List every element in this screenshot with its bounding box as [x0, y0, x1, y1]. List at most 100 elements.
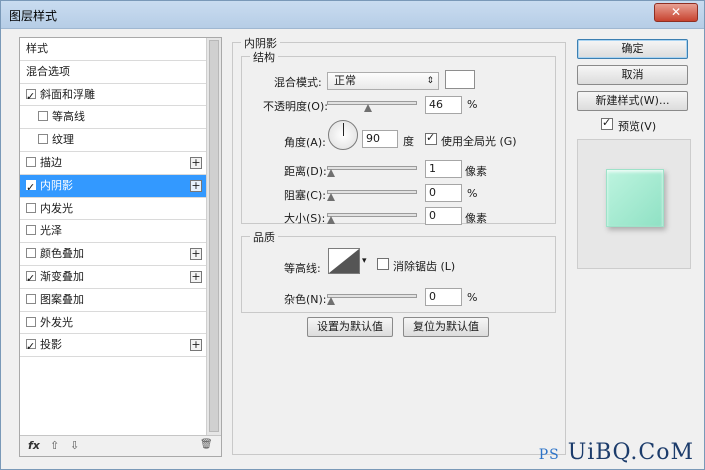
preview-thumbnail: [577, 139, 691, 269]
opacity-label: 不透明度(O):: [263, 100, 328, 113]
opacity-slider-knob[interactable]: [364, 104, 373, 112]
style-checkbox[interactable]: [26, 86, 36, 108]
contour-picker[interactable]: [328, 248, 360, 274]
style-item-label: 混合选项: [26, 64, 70, 78]
inner-shadow-panel: 内阴影 结构 混合模式: 正常 ⇕ 不透明度(O): 46 % 角度(A): 9…: [232, 35, 566, 455]
opacity-input[interactable]: 46: [425, 96, 462, 114]
layer-style-dialog: 图层样式 ✕ 样式混合选项斜面和浮雕等高线纹理描边 + 内阴影 + 内发光光泽颜色叠加 +…: [0, 0, 705, 470]
watermark-site: UiBQ.CoM: [567, 440, 694, 465]
style-list-item[interactable]: 混合选项: [20, 61, 206, 84]
style-checkbox[interactable]: [26, 248, 36, 259]
size-slider-knob[interactable]: [327, 216, 335, 224]
style-list-item[interactable]: 外发光: [20, 312, 206, 335]
add-effect-icon[interactable]: +: [190, 248, 202, 261]
add-effect-icon[interactable]: +: [190, 179, 202, 192]
global-light-checkbox[interactable]: [425, 131, 437, 145]
style-list-item[interactable]: 纹理: [20, 129, 206, 152]
style-list-item[interactable]: 颜色叠加 +: [20, 243, 206, 266]
style-list-item[interactable]: 样式: [20, 38, 206, 61]
style-list-item[interactable]: 渐变叠加 +: [20, 266, 206, 290]
style-checkbox[interactable]: [26, 336, 36, 358]
noise-label: 杂色(N):: [284, 293, 327, 306]
angle-label: 角度(A):: [284, 136, 326, 149]
style-item-label: 描边: [40, 155, 62, 169]
contour-label: 等高线:: [284, 262, 321, 275]
preview-tile: [606, 169, 664, 227]
style-checkbox[interactable]: [26, 316, 36, 327]
distance-label: 距离(D):: [284, 165, 327, 178]
noise-slider[interactable]: [327, 290, 417, 305]
fx-icon[interactable]: fx: [28, 439, 40, 452]
style-list-scrollbar[interactable]: [206, 38, 221, 436]
opacity-slider[interactable]: [327, 97, 417, 112]
style-checkbox[interactable]: [26, 225, 36, 236]
style-checkbox[interactable]: [26, 202, 36, 213]
distance-slider-track: [327, 166, 417, 170]
add-effect-icon[interactable]: +: [190, 270, 202, 283]
size-unit: 像素: [465, 212, 487, 225]
quality-group: 品质 等高线: ▾ 消除锯齿 (L) 杂色(N): 0 %: [241, 229, 556, 313]
noise-input[interactable]: 0: [425, 288, 462, 306]
contour-curve-icon: [329, 249, 359, 273]
style-item-label: 渐变叠加: [40, 269, 84, 283]
noise-slider-knob[interactable]: [327, 297, 335, 305]
style-list-item[interactable]: 等高线: [20, 106, 206, 130]
scrollbar-thumb[interactable]: [209, 40, 219, 432]
style-item-label: 内阴影: [40, 178, 73, 192]
style-checkbox[interactable]: [26, 156, 36, 167]
style-list-item[interactable]: 图案叠加: [20, 289, 206, 312]
close-button[interactable]: ✕: [654, 3, 698, 22]
anti-alias-checkbox[interactable]: [377, 258, 389, 270]
size-slider[interactable]: [327, 209, 417, 224]
add-effect-icon[interactable]: +: [190, 339, 202, 352]
noise-unit: %: [467, 291, 478, 304]
style-list-item[interactable]: 斜面和浮雕: [20, 84, 206, 108]
watermark-ps: PS: [538, 447, 560, 463]
make-default-button[interactable]: 设置为默认值: [307, 317, 393, 337]
preview-checkbox[interactable]: [601, 116, 613, 130]
choke-input[interactable]: 0: [425, 184, 462, 202]
ok-button[interactable]: 确定: [577, 39, 688, 59]
updown-arrow-icon: ⇕: [426, 76, 434, 86]
style-checkbox[interactable]: [26, 293, 36, 304]
trash-icon[interactable]: 🗑: [200, 439, 213, 450]
contour-dropdown-icon[interactable]: ▾: [362, 256, 367, 266]
new-style-button[interactable]: 新建样式(W)...: [577, 91, 688, 111]
style-list-item[interactable]: 内发光: [20, 198, 206, 221]
size-input[interactable]: 0: [425, 207, 462, 225]
style-checkbox[interactable]: [38, 111, 48, 122]
move-up-icon[interactable]: ⇧: [50, 439, 59, 452]
watermark: PS UiBQ.CoM: [539, 440, 694, 465]
title-bar: 图层样式 ✕: [1, 1, 704, 29]
distance-unit: 像素: [465, 165, 487, 178]
style-list-item[interactable]: 光泽: [20, 220, 206, 244]
angle-input[interactable]: 90: [362, 130, 398, 148]
choke-slider-knob[interactable]: [327, 193, 335, 201]
blend-mode-select[interactable]: 正常 ⇕: [327, 72, 439, 90]
dialog-body: 样式混合选项斜面和浮雕等高线纹理描边 + 内阴影 + 内发光光泽颜色叠加 + 渐变叠加 + 图案…: [8, 30, 697, 462]
cancel-button[interactable]: 取消: [577, 65, 688, 85]
style-checkbox[interactable]: [38, 134, 48, 145]
distance-input[interactable]: 1: [425, 160, 462, 178]
reset-default-button[interactable]: 复位为默认值: [403, 317, 489, 337]
angle-dial-hand: [343, 123, 344, 136]
distance-slider-knob[interactable]: [327, 169, 335, 177]
window-title: 图层样式: [9, 9, 58, 23]
distance-slider[interactable]: [327, 162, 417, 177]
size-slider-track: [327, 213, 417, 217]
choke-label: 阻塞(C):: [284, 189, 326, 202]
style-list-item[interactable]: 投影 +: [20, 334, 206, 358]
add-effect-icon[interactable]: +: [190, 156, 202, 169]
style-list-item[interactable]: 内阴影 +: [20, 174, 206, 199]
style-checkbox[interactable]: [26, 268, 36, 290]
anti-alias-label: 消除锯齿 (L): [393, 260, 456, 273]
style-checkbox[interactable]: [26, 177, 36, 199]
preview-label: 预览(V): [618, 120, 657, 133]
angle-dial[interactable]: [328, 120, 358, 150]
style-list-item[interactable]: 描边 +: [20, 152, 206, 175]
structure-title: 结构: [250, 49, 278, 65]
choke-slider[interactable]: [327, 186, 417, 201]
move-down-icon[interactable]: ⇩: [70, 439, 79, 452]
shadow-color-swatch[interactable]: [445, 70, 475, 89]
opacity-unit: %: [467, 98, 478, 111]
